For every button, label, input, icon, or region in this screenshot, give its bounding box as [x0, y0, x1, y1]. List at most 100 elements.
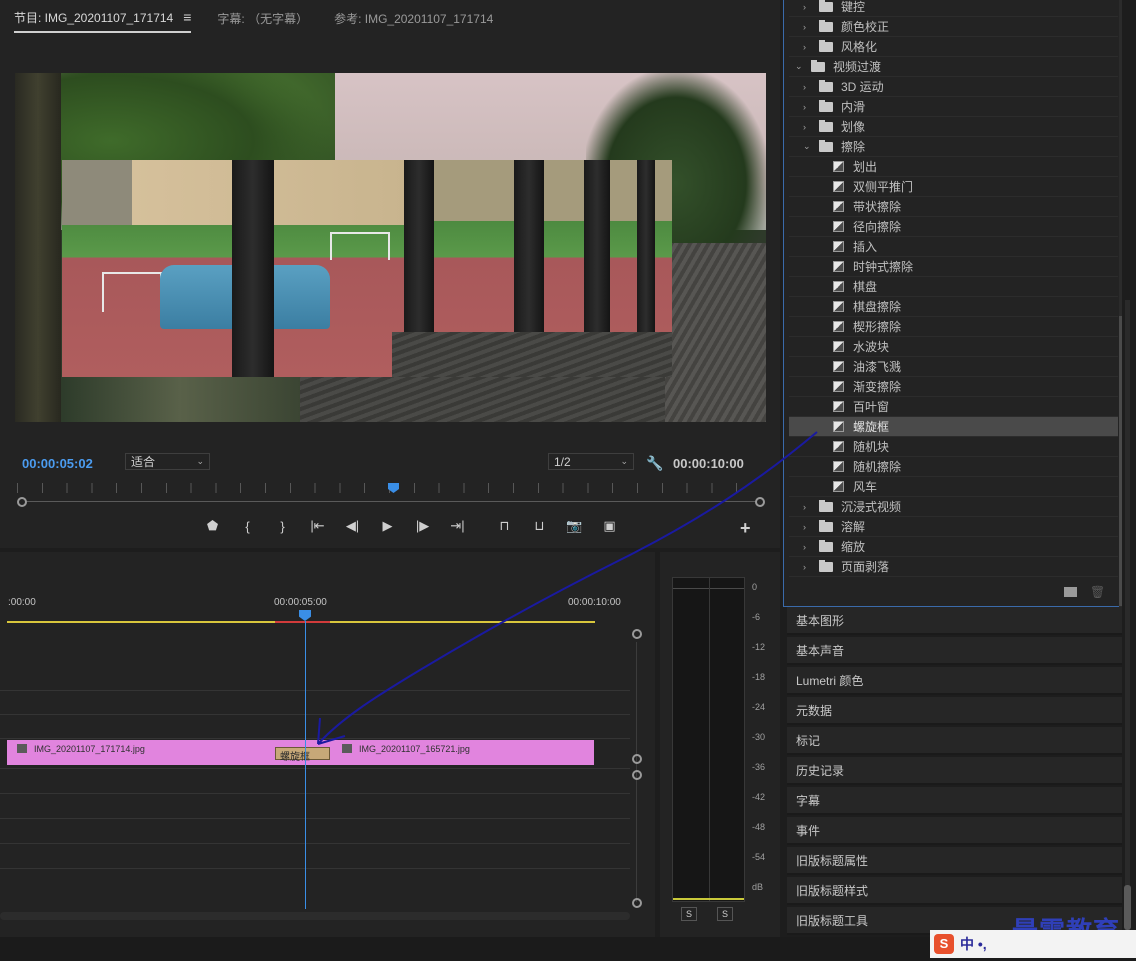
scrollbar-handle-right[interactable]	[755, 497, 765, 507]
extract-icon[interactable]: ⊔	[522, 518, 557, 534]
effect-item[interactable]: 划出	[789, 157, 1118, 177]
panel-header[interactable]: 基本图形	[787, 607, 1122, 635]
effect-item[interactable]: 时钟式擦除	[789, 257, 1118, 277]
effect-item[interactable]: 随机块	[789, 437, 1118, 457]
effect-item[interactable]: 风车	[789, 477, 1118, 497]
chevron-down-icon[interactable]: ⌄	[803, 141, 811, 152]
chevron-right-icon[interactable]: ›	[803, 522, 806, 532]
effect-item[interactable]: 随机擦除	[789, 457, 1118, 477]
panel-header[interactable]: 字幕	[787, 787, 1122, 815]
effects-folder[interactable]: › 溶解	[789, 517, 1118, 537]
marker-icon[interactable]: ⬟	[195, 518, 230, 534]
step-back-icon[interactable]: ◀|	[335, 518, 370, 534]
chevron-right-icon[interactable]: ›	[803, 102, 806, 112]
effects-folder[interactable]: › 颜色校正	[789, 17, 1118, 37]
solo-button-left[interactable]: S	[681, 907, 697, 921]
mark-out-icon[interactable]: }	[265, 519, 300, 534]
chevron-right-icon[interactable]: ›	[803, 502, 806, 512]
effects-folder[interactable]: › 页面剥落	[789, 557, 1118, 577]
clip-1[interactable]: IMG_20201107_171714.jpg	[7, 740, 307, 765]
effects-row-label: 键控	[841, 0, 866, 14]
wrench-icon[interactable]: 🔧	[646, 455, 663, 472]
tab-reference[interactable]: 参考: IMG_20201107_171714	[334, 3, 493, 33]
video-preview[interactable]	[15, 73, 766, 422]
panel-header[interactable]: Lumetri 颜色	[787, 667, 1122, 695]
effects-folder[interactable]: ⌄ 视频过渡	[789, 57, 1118, 77]
effects-folder[interactable]: › 3D 运动	[789, 77, 1118, 97]
effects-folder[interactable]: › 缩放	[789, 537, 1118, 557]
transition-on-clip[interactable]: 螺旋框	[275, 747, 330, 763]
mark-in-icon[interactable]: {	[230, 519, 265, 534]
effects-folder[interactable]: › 划像	[789, 117, 1118, 137]
effect-item[interactable]: 油漆飞溅	[789, 357, 1118, 377]
compare-icon[interactable]: ▣	[592, 518, 627, 534]
new-bin-icon[interactable]	[1064, 587, 1077, 597]
current-timecode[interactable]: 00:00:05:02	[22, 456, 93, 471]
chevron-right-icon[interactable]: ›	[803, 82, 806, 92]
effect-item[interactable]: 渐变擦除	[789, 377, 1118, 397]
solo-button-right[interactable]: S	[717, 907, 733, 921]
fit-select[interactable]: 适合 ⌄	[125, 453, 210, 470]
export-frame-icon[interactable]: 📷	[557, 518, 592, 534]
tab-program[interactable]: 节目: IMG_20201107_171714 ≡	[14, 3, 192, 33]
effect-item[interactable]: 螺旋框	[789, 417, 1118, 437]
resolution-select[interactable]: 1/2 ⌄	[548, 453, 634, 470]
chevron-right-icon[interactable]: ›	[803, 562, 806, 572]
effect-item[interactable]: 棋盘擦除	[789, 297, 1118, 317]
play-icon[interactable]: ▶	[370, 518, 405, 534]
zoom-scrollbar[interactable]	[22, 501, 760, 502]
chevron-down-icon[interactable]: ⌄	[795, 61, 803, 72]
right-scrollbar[interactable]	[1125, 300, 1130, 900]
panel-header[interactable]: 元数据	[787, 697, 1122, 725]
panel-header[interactable]: 事件	[787, 817, 1122, 845]
effects-folder[interactable]: › 键控	[789, 0, 1118, 17]
go-to-in-icon[interactable]: |⇤	[300, 518, 335, 534]
panel-header[interactable]: 基本声音	[787, 637, 1122, 665]
effects-folder[interactable]: › 风格化	[789, 37, 1118, 57]
effect-item[interactable]: 棋盘	[789, 277, 1118, 297]
ime-mode-indicator[interactable]: 中 •,	[960, 934, 987, 954]
timeline-playhead[interactable]	[299, 610, 311, 621]
go-to-out-icon[interactable]: ⇥|	[440, 518, 475, 534]
scroll-handle[interactable]	[632, 770, 642, 780]
chevron-right-icon[interactable]: ›	[803, 542, 806, 552]
panel-menu-icon[interactable]: ≡	[183, 9, 191, 25]
effect-item[interactable]: 百叶窗	[789, 397, 1118, 417]
chevron-right-icon[interactable]: ›	[803, 122, 806, 132]
effect-item[interactable]: 带状擦除	[789, 197, 1118, 217]
effect-item[interactable]: 插入	[789, 237, 1118, 257]
ime-toolbar[interactable]: S 中 •,	[930, 930, 1136, 958]
button-editor-add[interactable]: +	[740, 518, 751, 539]
chevron-right-icon[interactable]: ›	[803, 42, 806, 52]
effect-item[interactable]: 径向擦除	[789, 217, 1118, 237]
timeline-horizontal-scrollbar[interactable]	[0, 912, 630, 920]
scrollbar-handle-left[interactable]	[17, 497, 27, 507]
chevron-right-icon[interactable]: ›	[803, 22, 806, 32]
meter-level	[673, 898, 744, 900]
scroll-handle[interactable]	[632, 898, 642, 908]
effects-folder[interactable]: › 沉浸式视频	[789, 497, 1118, 517]
effect-item[interactable]: 双侧平推门	[789, 177, 1118, 197]
effects-folder[interactable]: ⌄ 擦除	[789, 137, 1118, 157]
effects-folder[interactable]: › 内滑	[789, 97, 1118, 117]
effects-row-label: 缩放	[841, 540, 866, 554]
ime-logo-icon[interactable]: S	[934, 934, 954, 954]
effect-item[interactable]: 水波块	[789, 337, 1118, 357]
scroll-handle[interactable]	[632, 629, 642, 639]
trash-icon[interactable]: 🗑	[1090, 585, 1105, 599]
step-forward-icon[interactable]: |▶	[405, 518, 440, 534]
effect-item[interactable]: 楔形擦除	[789, 317, 1118, 337]
panel-header[interactable]: 旧版标题属性	[787, 847, 1122, 875]
right-scrollbar-thumb[interactable]	[1124, 885, 1131, 930]
tab-captions[interactable]: 字幕: （无字幕）	[217, 3, 308, 33]
scroll-handle[interactable]	[632, 754, 642, 764]
lift-icon[interactable]: ⊓	[487, 518, 522, 534]
clip-2[interactable]: IMG_20201107_165721.jpg	[307, 740, 594, 765]
monitor-tabs: 节目: IMG_20201107_171714 ≡ 字幕: （无字幕） 参考: …	[0, 0, 780, 36]
chevron-right-icon[interactable]: ›	[803, 2, 806, 12]
panel-header[interactable]: 旧版标题样式	[787, 877, 1122, 905]
panel-header[interactable]: 历史记录	[787, 757, 1122, 785]
effects-scrollbar-thumb[interactable]	[1119, 316, 1122, 606]
effects-row-label: 棋盘	[853, 280, 878, 294]
panel-header[interactable]: 标记	[787, 727, 1122, 755]
